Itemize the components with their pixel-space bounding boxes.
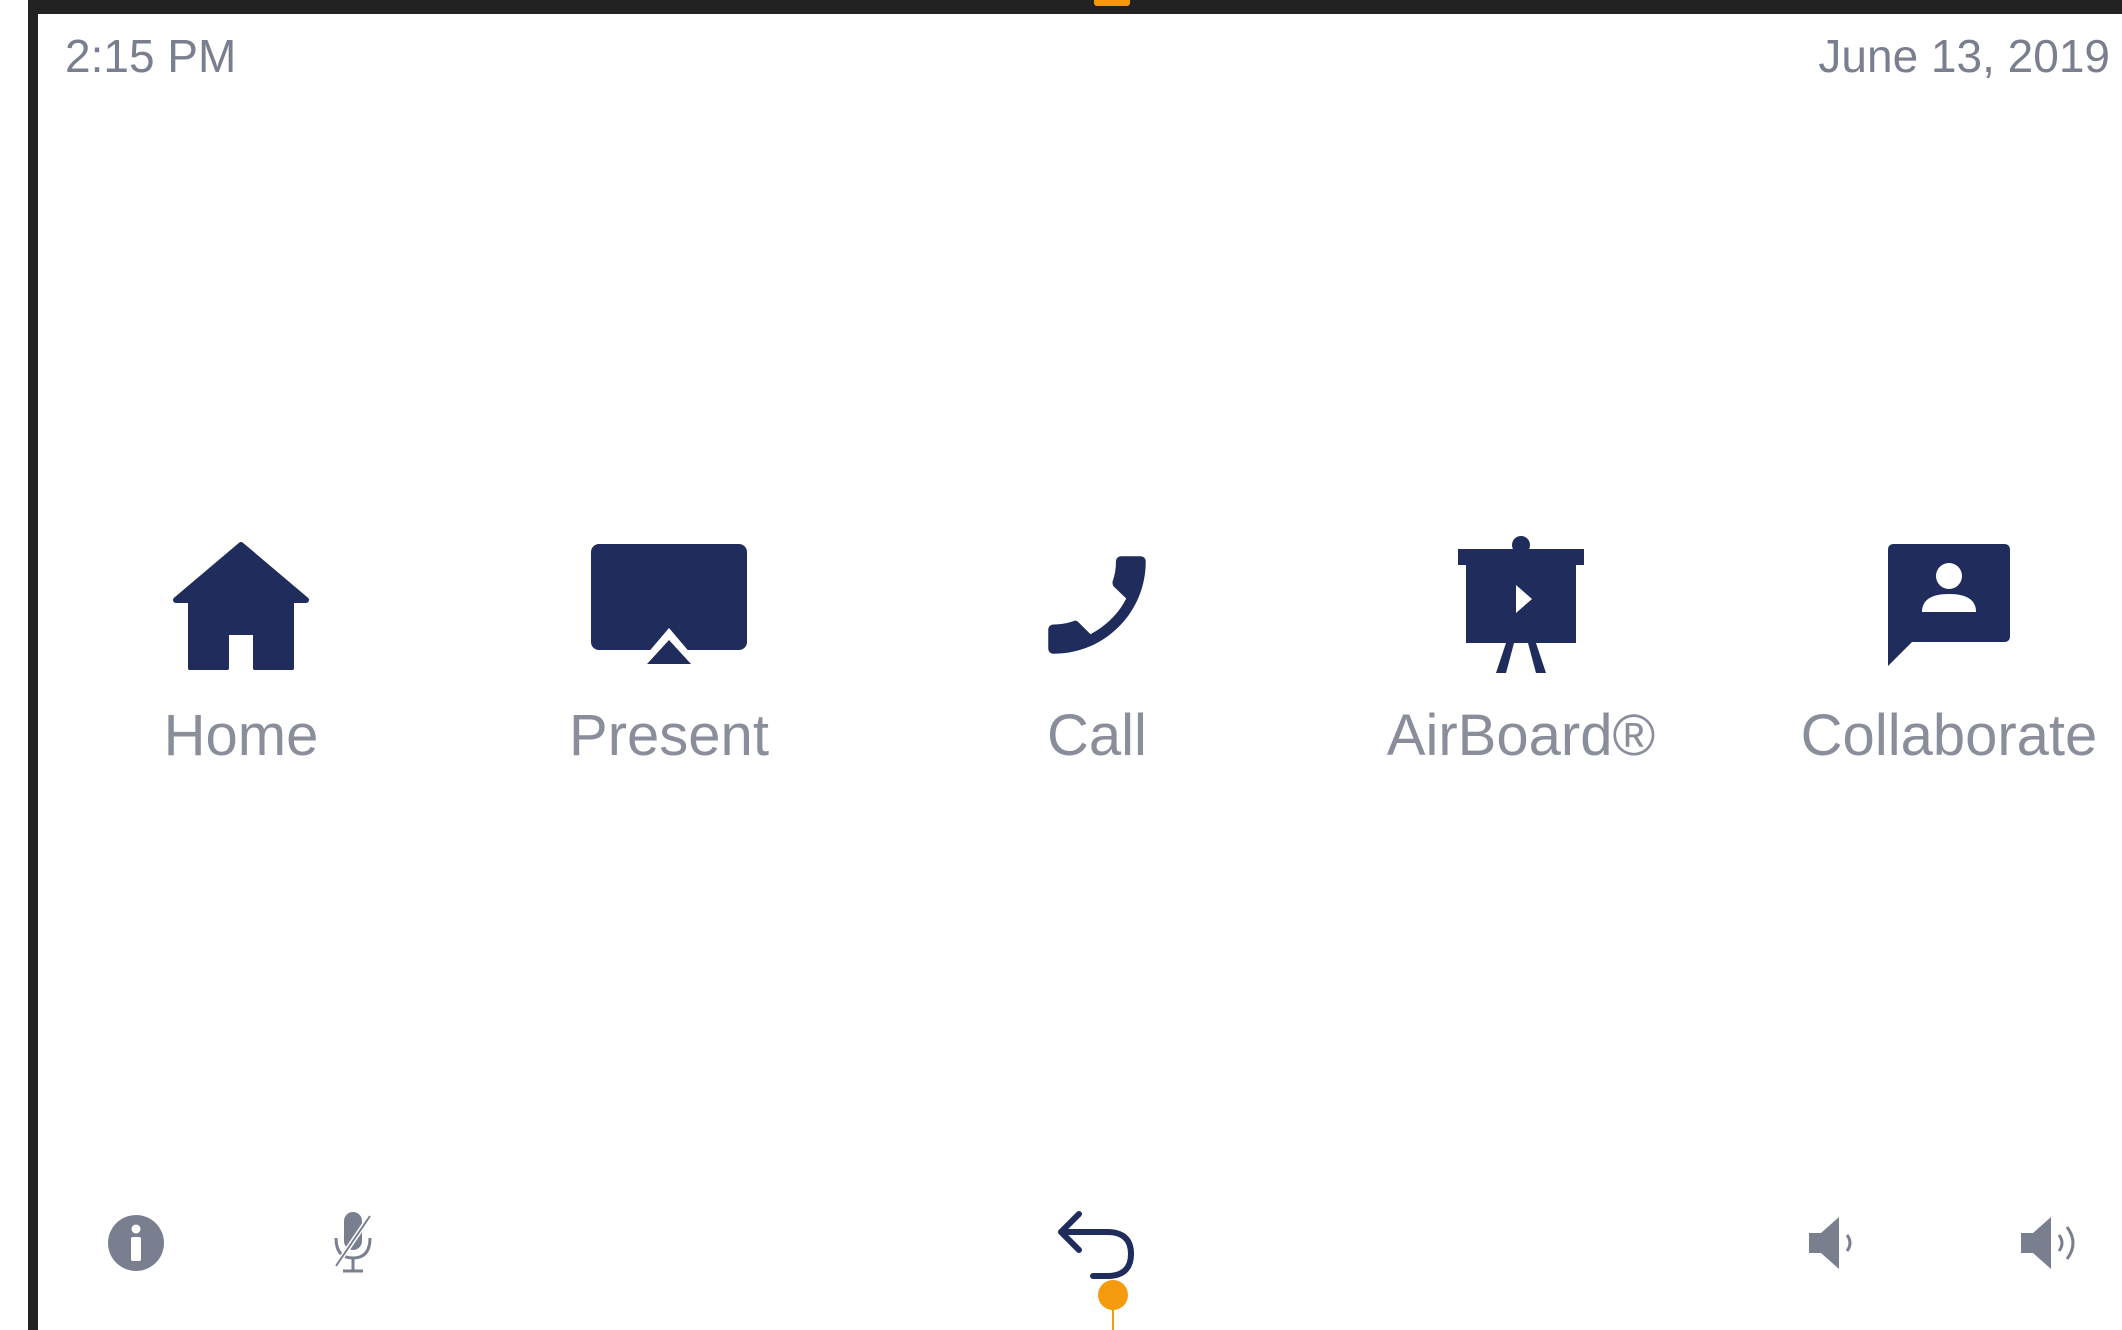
screen-bezel-left <box>28 0 38 1330</box>
status-time: 2:15 PM <box>65 30 237 82</box>
touch-indicator-line <box>1112 1306 1114 1330</box>
nav-airboard-label: AirBoard® <box>1386 703 1656 768</box>
presentation-board-icon <box>1436 530 1606 680</box>
info-icon <box>107 1214 165 1277</box>
screen-bezel-top <box>28 0 2122 14</box>
nav-home-label: Home <box>163 703 319 768</box>
nav-airboard-button[interactable]: AirBoard® <box>1356 530 1686 790</box>
info-button[interactable] <box>96 1205 176 1285</box>
microphone-muted-icon <box>328 1210 378 1281</box>
home-icon <box>156 530 326 680</box>
volume-up-icon <box>2017 1213 2083 1278</box>
airplay-icon <box>584 530 754 680</box>
status-date: June 13, 2019 <box>1818 30 2110 82</box>
nav-collaborate-label: Collaborate <box>1800 703 2098 768</box>
volume-up-button[interactable] <box>2010 1205 2090 1285</box>
nav-present-label: Present <box>569 703 769 768</box>
nav-home-button[interactable]: Home <box>76 530 406 790</box>
nav-call-label: Call <box>1047 703 1147 768</box>
phone-icon <box>1012 530 1182 680</box>
volume-down-button[interactable] <box>1795 1205 1875 1285</box>
nav-call-button[interactable]: Call <box>932 530 1262 790</box>
nav-present-button[interactable]: Present <box>504 530 834 790</box>
top-indicator <box>1094 0 1130 6</box>
microphone-mute-button[interactable] <box>313 1205 393 1285</box>
back-button[interactable] <box>1055 1205 1135 1285</box>
volume-down-icon <box>1805 1213 1865 1278</box>
chat-user-icon <box>1864 530 2034 680</box>
nav-collaborate-button[interactable]: Collaborate <box>1784 530 2114 790</box>
back-arrow-icon <box>1053 1206 1137 1285</box>
